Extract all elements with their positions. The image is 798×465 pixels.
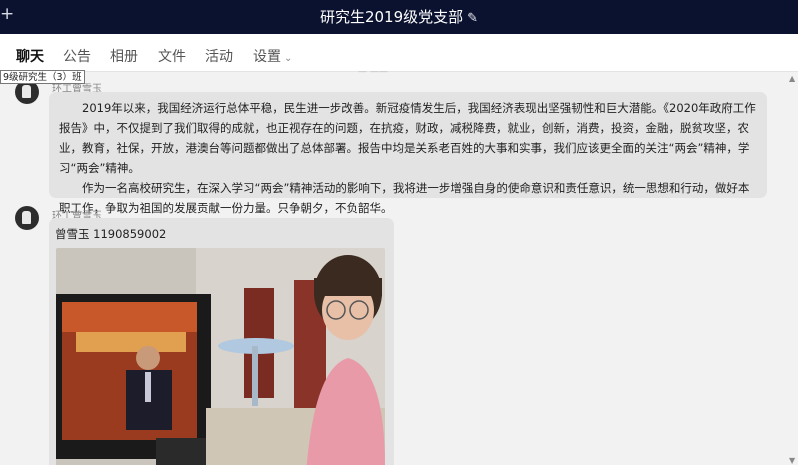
tab-announcements[interactable]: 公告 (63, 46, 91, 66)
group-name: 研究生2019级党支部 (319, 8, 464, 26)
tooltip: 9级研究生（3）班 (0, 70, 85, 84)
chat-area[interactable]: 环工曾雪玉 2019年以来，我国经济运行总体平稳，民生进一步改善。新冠疫情发生后… (0, 72, 788, 465)
scrollbar[interactable]: ▲ ▼ (788, 72, 798, 465)
message-bubble[interactable]: 2019年以来，我国经济运行总体平稳，民生进一步改善。新冠疫情发生后，我国经济表… (49, 92, 767, 215)
tab-bar: 聊天 公告 相册 文件 活动 设置 ⌄ (0, 34, 798, 75)
tab-activities[interactable]: 活动 (205, 46, 233, 66)
tab-album[interactable]: 相册 (110, 46, 138, 66)
message-paragraph: 作为一名高校研究生，在深入学习“两会”精神活动的影响下，我将进一步增强自身的使命… (59, 181, 750, 215)
message-paragraph: 2019年以来，我国经济运行总体平稳，民生进一步改善。新冠疫情发生后，我国经济表… (59, 101, 756, 175)
tab-settings[interactable]: 设置 ⌄ (253, 46, 292, 66)
message-bubble[interactable]: 曾雪玉 1190859002 (49, 218, 394, 465)
window-title: 研究生2019级党支部 ✎ (0, 6, 798, 27)
avatar[interactable] (15, 206, 39, 230)
tab-settings-label: 设置 (253, 49, 281, 65)
photo-image (56, 248, 385, 465)
tab-chat[interactable]: 聊天 (16, 46, 44, 75)
scroll-down-icon[interactable]: ▼ (789, 456, 795, 465)
chevron-down-icon: ⌄ (284, 53, 293, 64)
message-photo[interactable] (56, 248, 385, 465)
edit-icon[interactable]: ✎ (467, 11, 478, 26)
tab-files[interactable]: 文件 (158, 46, 186, 66)
scroll-up-icon[interactable]: ▲ (789, 74, 795, 83)
title-bar: + 研究生2019级党支部 ✎ (0, 0, 798, 34)
message-text: 曾雪玉 1190859002 (55, 227, 167, 241)
